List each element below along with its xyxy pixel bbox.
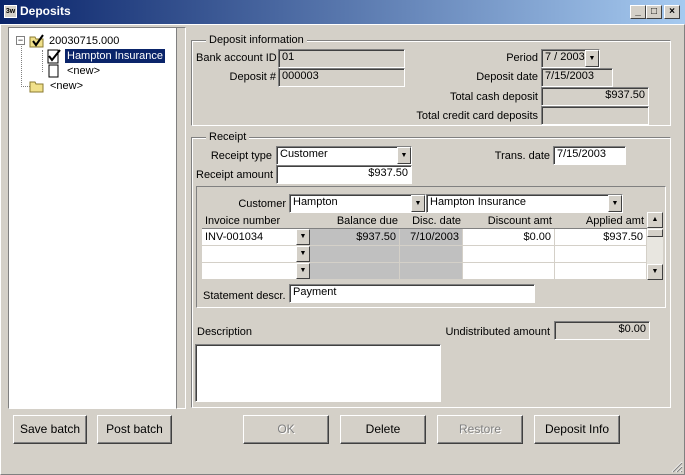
maximize-button[interactable]: □ — [646, 5, 662, 19]
scroll-thumb[interactable] — [647, 229, 663, 237]
grid-cell: 7/10/2003 — [400, 229, 463, 246]
collapse-toggle[interactable]: − — [16, 36, 25, 45]
total-credit-card-label: Total credit card deposits — [416, 110, 538, 122]
deposit-number-field[interactable]: 000003 — [278, 68, 405, 87]
grid-cell: $937.50 — [309, 229, 400, 246]
grid-cell — [309, 263, 400, 280]
title-bar — [0, 0, 685, 24]
grid-cell — [309, 246, 400, 263]
period-dropdown-icon[interactable]: ▼ — [585, 50, 599, 67]
col-invoice-number[interactable]: Invoice number — [205, 214, 280, 228]
app-icon: 3w — [4, 5, 17, 18]
restore-button[interactable]: Restore — [437, 415, 523, 444]
customer-id-select[interactable]: Hampton — [289, 194, 426, 213]
trans-date-label: Trans. date — [494, 150, 550, 162]
col-balance-due[interactable]: Balance due — [310, 214, 398, 228]
grid-cell — [400, 246, 463, 263]
bank-account-label: Bank account ID — [196, 52, 277, 64]
table-row[interactable] — [202, 246, 647, 263]
grid-cell[interactable] — [555, 263, 647, 280]
receipt-type-select[interactable]: Customer — [276, 146, 412, 165]
invoice-dropdown-icon[interactable]: ▼ — [296, 246, 310, 262]
description-label: Description — [197, 326, 253, 338]
undistributed-field: $0.00 — [554, 321, 650, 340]
grid-cell[interactable]: $937.50 — [555, 229, 647, 246]
tree-node-receipt[interactable]: Hampton Insurance — [65, 49, 165, 63]
post-batch-button[interactable]: Post batch — [97, 415, 172, 444]
splitter[interactable] — [176, 27, 186, 409]
minimize-button[interactable]: _ — [630, 5, 646, 19]
trans-date-field[interactable]: 7/15/2003 — [553, 146, 626, 165]
tree-line-child — [42, 50, 43, 72]
close-button[interactable]: × — [664, 5, 680, 19]
period-label: Period — [506, 52, 538, 64]
grid-cell[interactable]: $0.00 — [463, 229, 555, 246]
tree-node-batch[interactable]: 20030715.000 — [49, 34, 119, 48]
receipt-type-label: Receipt type — [210, 150, 272, 162]
total-credit-card-field — [541, 106, 649, 125]
grid-cell[interactable]: INV-001034 — [202, 229, 309, 246]
document-icon — [48, 64, 59, 78]
col-discount-amt[interactable]: Discount amt — [464, 214, 552, 228]
window-title: Deposits — [20, 4, 71, 18]
grid-cell[interactable] — [463, 263, 555, 280]
save-batch-button[interactable]: Save batch — [13, 415, 87, 444]
resize-grip-icon[interactable] — [670, 460, 683, 473]
deposit-date-field[interactable]: 7/15/2003 — [541, 68, 613, 87]
receipt-amount-field[interactable]: $937.50 — [276, 165, 412, 184]
scroll-down-icon[interactable]: ▼ — [647, 264, 663, 280]
document-check-icon — [47, 49, 61, 64]
receipt-amount-label: Receipt amount — [196, 169, 274, 181]
total-cash-label: Total cash deposit — [449, 91, 538, 103]
receipt-type-dropdown-icon[interactable]: ▼ — [397, 147, 411, 164]
table-row[interactable] — [202, 263, 647, 280]
receipt-title: Receipt — [206, 131, 250, 144]
undistributed-label: Undistributed amount — [445, 326, 550, 338]
grid-cell — [400, 263, 463, 280]
customer-name-dropdown-icon[interactable]: ▼ — [608, 195, 622, 212]
deposit-number-label: Deposit # — [229, 71, 276, 83]
grid-cell[interactable] — [555, 246, 647, 263]
folder-icon — [29, 81, 44, 93]
grid-cell[interactable] — [202, 263, 309, 280]
ok-button[interactable]: OK — [243, 415, 329, 444]
grid-cell[interactable] — [202, 246, 309, 263]
invoice-dropdown-icon[interactable]: ▼ — [296, 229, 310, 245]
tree-node-new-batch[interactable]: <new> — [50, 79, 83, 93]
scroll-up-icon[interactable]: ▲ — [647, 212, 663, 228]
col-applied-amt[interactable]: Applied amt — [555, 214, 644, 228]
invoice-grid: INV-001034 $937.50 7/10/2003 $0.00 $937.… — [202, 228, 647, 282]
grid-cell[interactable] — [463, 246, 555, 263]
folder-check-icon — [29, 34, 44, 48]
customer-name-select[interactable]: Hampton Insurance — [426, 194, 623, 213]
customer-id-dropdown-icon[interactable]: ▼ — [411, 195, 425, 212]
deposit-info-button[interactable]: Deposit Info — [534, 415, 620, 444]
delete-button[interactable]: Delete — [340, 415, 426, 444]
deposit-info-title: Deposit information — [206, 34, 307, 47]
total-cash-field: $937.50 — [541, 87, 649, 106]
col-disc-date[interactable]: Disc. date — [401, 214, 461, 228]
statement-descr-label: Statement descr. — [203, 290, 286, 302]
invoice-dropdown-icon[interactable]: ▼ — [296, 263, 310, 279]
tree-line-vertical — [21, 46, 22, 87]
tree-node-new-receipt[interactable]: <new> — [67, 64, 100, 78]
table-row[interactable]: INV-001034 $937.50 7/10/2003 $0.00 $937.… — [202, 229, 647, 246]
customer-label: Customer — [238, 198, 286, 210]
deposit-date-label: Deposit date — [476, 71, 538, 83]
description-textarea[interactable] — [195, 344, 441, 402]
statement-descr-field[interactable]: Payment — [289, 284, 535, 303]
bank-account-field[interactable]: 01 — [278, 49, 405, 68]
